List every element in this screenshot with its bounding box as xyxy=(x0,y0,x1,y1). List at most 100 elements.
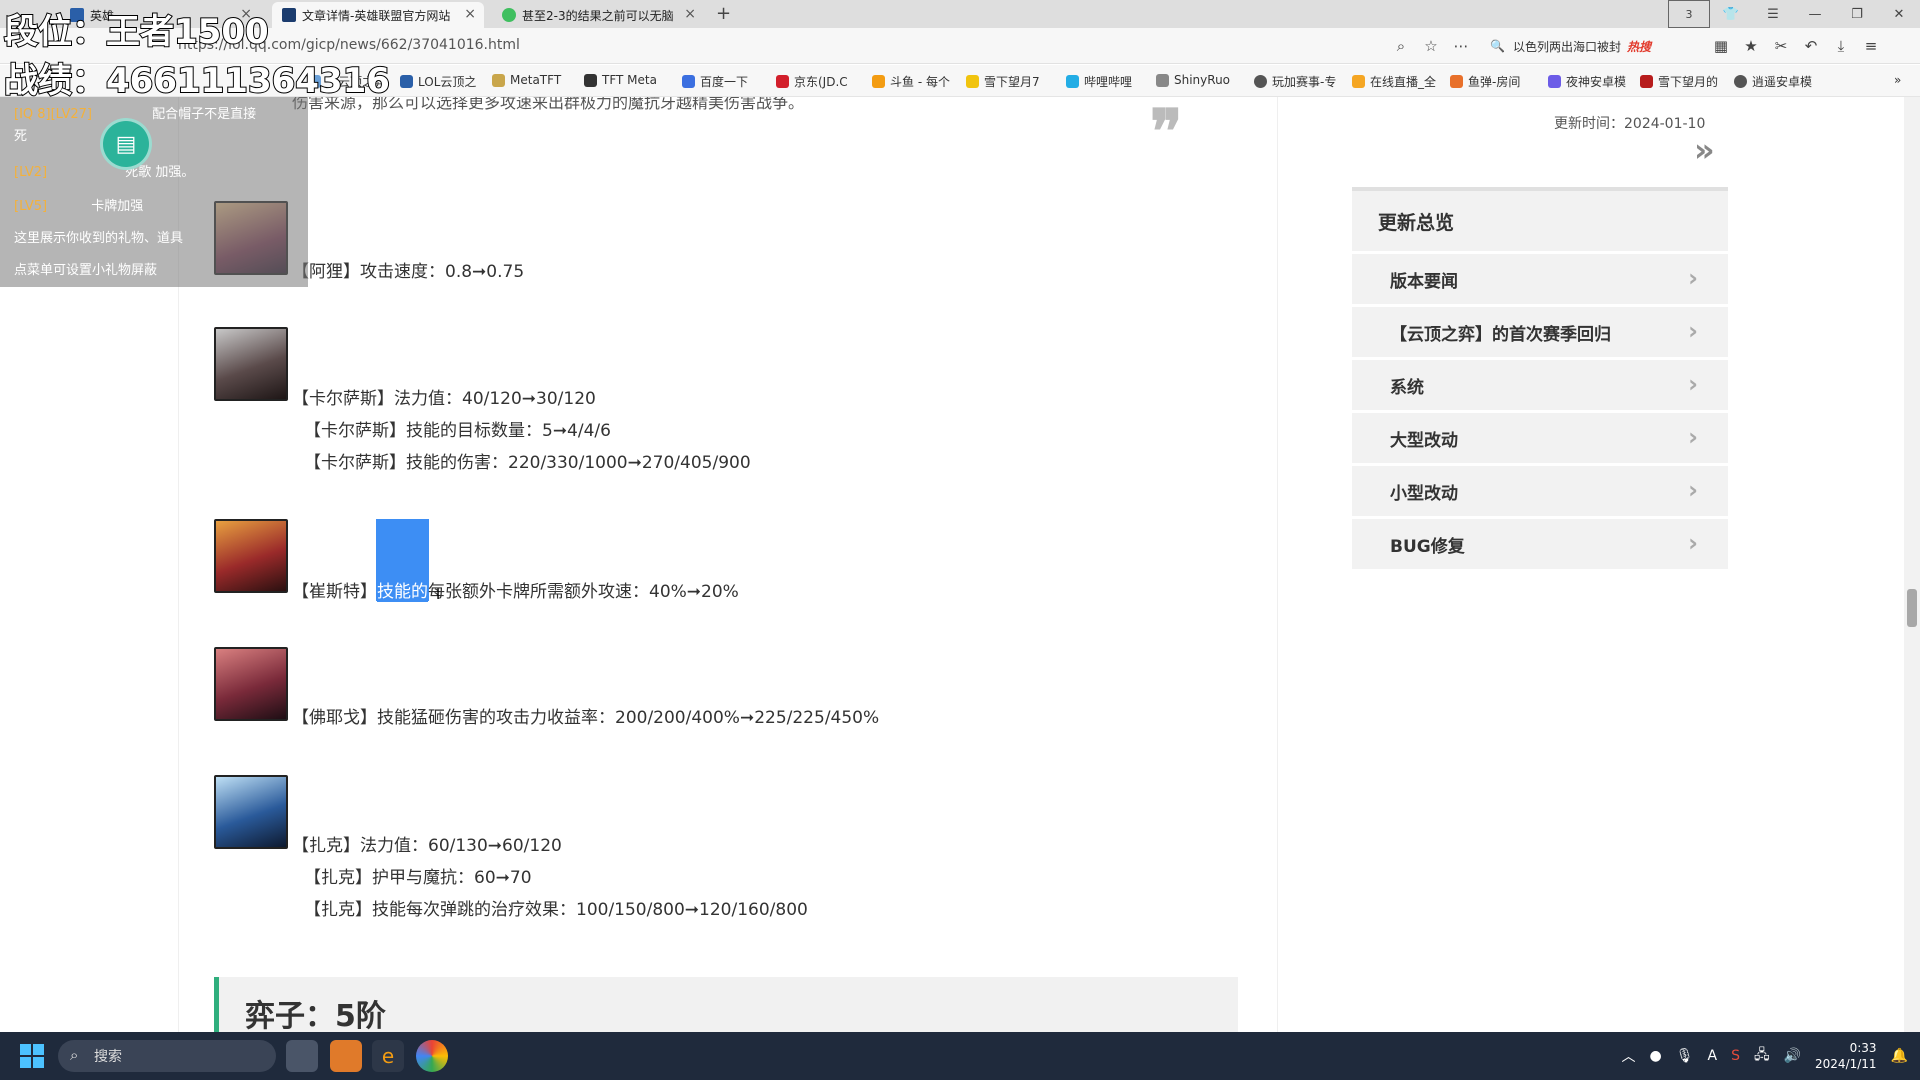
clock[interactable]: 0:33 2024/1/11 xyxy=(1815,1040,1877,1072)
hot-search-badge: 热搜 xyxy=(1626,39,1651,54)
overview-item-label: 【云顶之弈】的首次赛季回归 xyxy=(1390,324,1611,345)
bookmark-icon xyxy=(584,73,597,87)
system-tray: ︿ ● 🎙 A S 🖧 🔊 0:33 2024/1/11 🔔 xyxy=(1622,1032,1909,1080)
overview-item-label: 小型改动 xyxy=(1390,483,1458,504)
bookmark-icon xyxy=(1450,75,1463,88)
chat-line: 死 xyxy=(14,129,28,144)
selected-text[interactable]: 技能的 xyxy=(377,582,428,602)
chat-level-tag: [LV5] xyxy=(14,199,48,214)
clock-time: 0:33 xyxy=(1849,1041,1877,1055)
scrollbar-thumb[interactable] xyxy=(1907,589,1917,627)
overview-item-label: 大型改动 xyxy=(1390,430,1458,451)
overview-item-major-changes[interactable]: 大型改动 › xyxy=(1352,413,1728,463)
patch-line: 【扎克】技能每次弹跳的治疗效果：100/150/800➞120/160/800 xyxy=(304,900,808,920)
restore-button[interactable]: ❐ xyxy=(1836,0,1878,28)
bookmark-item[interactable]: 百度一下 xyxy=(682,73,748,90)
search-favicon-icon xyxy=(502,8,516,22)
globe-icon xyxy=(1254,75,1267,88)
bookmark-item[interactable]: 雪下望月的 xyxy=(1640,73,1718,90)
bookmark-icon xyxy=(1352,75,1365,88)
overview-item-news[interactable]: 版本要闻 › xyxy=(1352,254,1728,304)
overview-title: 更新总览 xyxy=(1352,187,1728,251)
volume-icon[interactable]: 🔊 xyxy=(1784,1048,1801,1064)
ime-indicator[interactable]: A xyxy=(1708,1048,1718,1064)
windows-logo-icon xyxy=(33,1057,44,1068)
menu-icon[interactable]: ☰ xyxy=(1752,0,1794,28)
text-cursor-icon: I xyxy=(436,587,441,603)
patch-line: 【卡尔萨斯】技能的伤害：220/330/1000➞270/405/900 xyxy=(304,453,751,473)
chat-level-tag: [IQ 8][LV27] xyxy=(14,107,93,122)
minimize-button[interactable]: — xyxy=(1794,0,1836,28)
tray-overflow-icon[interactable]: ︿ xyxy=(1622,1046,1636,1066)
browser-app-icon[interactable]: e xyxy=(372,1040,404,1072)
page-scrollbar[interactable] xyxy=(1904,97,1920,1032)
section-title: 弈子：5阶 xyxy=(245,999,386,1032)
bookmark-item[interactable]: 在线直播_全 xyxy=(1352,73,1436,90)
article-column xyxy=(178,97,1278,1032)
star-icon[interactable]: ☆ xyxy=(1416,34,1446,58)
taskbar-search[interactable]: ⌕ 搜索 xyxy=(58,1040,276,1072)
input-method-icon[interactable]: S xyxy=(1731,1048,1740,1064)
bookmark-item[interactable]: 逍遥安卓模 xyxy=(1734,73,1812,90)
globe-icon xyxy=(1734,75,1747,88)
hamburger-icon[interactable]: ≡ xyxy=(1856,34,1886,58)
double-chevron-icon[interactable]: » xyxy=(1694,131,1715,169)
overview-item-label: 版本要闻 xyxy=(1390,271,1458,292)
bookmark-item[interactable]: MetaTFT xyxy=(492,73,561,87)
chat-bubble-icon[interactable]: ▤ xyxy=(100,118,152,170)
bookmark-item[interactable]: 京东(JD.C xyxy=(776,73,848,90)
windows-taskbar: ⌕ 搜索 e ︿ ● 🎙 A S 🖧 🔊 0:33 2024/1/11 🔔 xyxy=(0,1032,1920,1080)
bookmark-item[interactable]: 雪下望月7 xyxy=(966,73,1040,90)
bookmark-item[interactable]: 夜神安卓模 xyxy=(1548,73,1626,90)
viego-portrait xyxy=(214,647,288,721)
favorites-icon[interactable]: ★ xyxy=(1736,34,1766,58)
bookmark-item[interactable]: TFT Meta xyxy=(584,73,657,87)
overview-item-bug-fixes[interactable]: BUG修复 › xyxy=(1352,519,1728,569)
chrome-icon[interactable] xyxy=(416,1040,448,1072)
task-view-icon[interactable] xyxy=(286,1040,318,1072)
start-button[interactable] xyxy=(20,1044,44,1068)
game-app-icon[interactable] xyxy=(330,1040,362,1072)
tab-search-result[interactable]: 甚至2-3的结果之前可以无脑 × xyxy=(492,2,704,28)
tab-label: 甚至2-3的结果之前可以无脑 xyxy=(522,8,674,23)
karthus-portrait xyxy=(214,327,288,401)
bookmark-item[interactable]: 斗鱼 - 每个 xyxy=(872,73,950,90)
overview-item-system[interactable]: 系统 › xyxy=(1352,360,1728,410)
close-icon[interactable]: × xyxy=(684,6,696,22)
undo-icon[interactable]: ↶ xyxy=(1796,34,1826,58)
tab-count-badge[interactable]: 3 xyxy=(1668,0,1710,28)
close-window-button[interactable]: ✕ xyxy=(1878,0,1920,28)
zoom-icon[interactable]: ⌕ xyxy=(1386,34,1416,58)
close-icon[interactable]: × xyxy=(464,6,476,22)
twisted-fate-portrait xyxy=(214,519,288,593)
bookmark-label: 斗鱼 - 每个 xyxy=(890,75,950,89)
more-icon[interactable]: ⋯ xyxy=(1446,34,1476,58)
clock-date: 2024/1/11 xyxy=(1815,1057,1877,1071)
search-box[interactable]: 🔍 以色列两出海口被封 热搜 xyxy=(1490,33,1700,59)
chevron-right-icon: › xyxy=(1688,370,1698,398)
bookmark-item[interactable]: 鱼弹-房间 xyxy=(1450,73,1520,90)
download-icon[interactable]: ⤓ xyxy=(1826,34,1856,58)
microphone-icon[interactable]: 🎙 xyxy=(1676,1048,1694,1064)
tray-app-icon[interactable]: ● xyxy=(1650,1048,1662,1064)
patch-line: 【卡尔萨斯】技能的目标数量：5➞4/4/6 xyxy=(304,421,611,441)
scissors-icon[interactable]: ✂ xyxy=(1766,34,1796,58)
chevron-right-icon: › xyxy=(1688,476,1698,504)
overview-item-tft-return[interactable]: 【云顶之弈】的首次赛季回归 › xyxy=(1352,307,1728,357)
bookmark-item[interactable]: 哔哩哔哩 xyxy=(1066,73,1132,90)
bookmarks-overflow-icon[interactable]: » xyxy=(1894,73,1901,87)
new-tab-button[interactable]: + xyxy=(716,3,731,24)
bookmark-item[interactable]: LOL云顶之 xyxy=(400,73,476,90)
bookmark-icon xyxy=(1548,75,1561,88)
windows-logo-icon xyxy=(33,1044,44,1055)
notification-icon[interactable]: 🔔 xyxy=(1891,1048,1908,1064)
grid-icon[interactable]: ▦ xyxy=(1706,34,1736,58)
search-icon: 🔍 xyxy=(1490,39,1505,53)
bookmark-item[interactable]: ShinyRuo xyxy=(1156,73,1230,87)
bookmark-item[interactable]: 玩加赛事-专 xyxy=(1254,73,1336,90)
network-icon[interactable]: 🖧 xyxy=(1754,1044,1770,1068)
overview-item-minor-changes[interactable]: 小型改动 › xyxy=(1352,466,1728,516)
stream-rank-overlay: 段位：王者1500 战绩：466111364316 xyxy=(3,4,391,102)
patch-line: 【卡尔萨斯】法力值：40/120➞30/120 xyxy=(292,389,596,409)
shirt-icon[interactable]: 👕 xyxy=(1710,0,1752,28)
